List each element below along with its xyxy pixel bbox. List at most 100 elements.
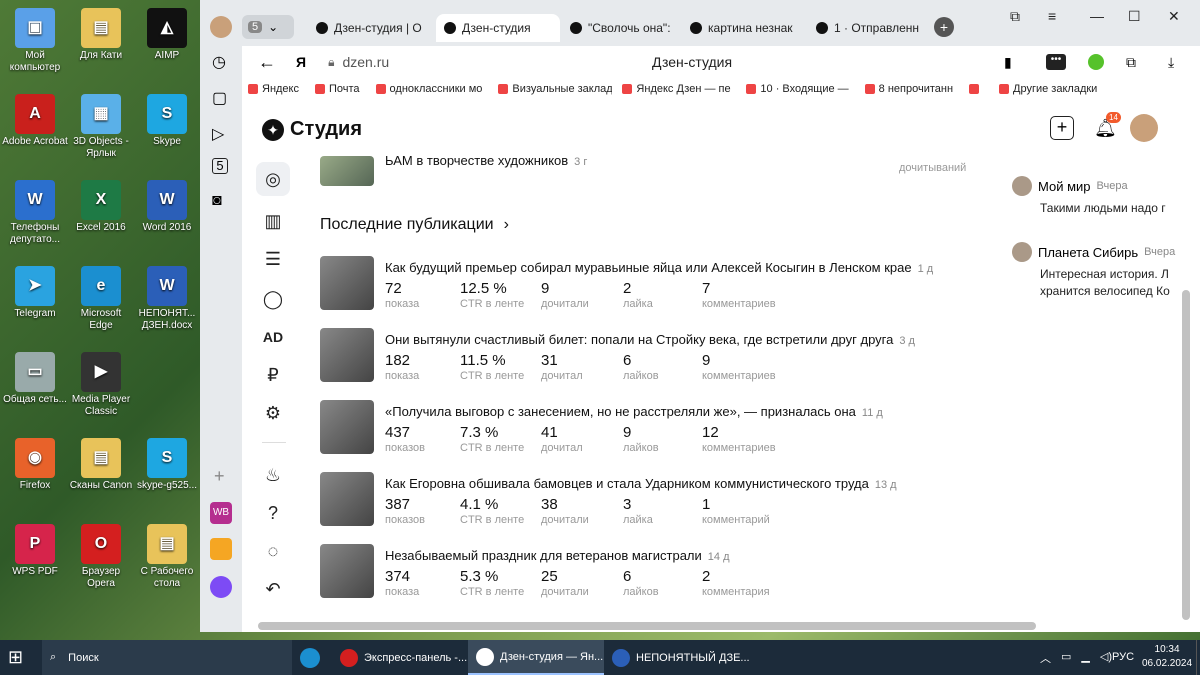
- desktop-icon[interactable]: ▭ Общая сеть...: [2, 352, 68, 406]
- comment-item[interactable]: Мой мир Вчера Такими людьми надо г: [1012, 176, 1182, 217]
- section-title[interactable]: Последние публикации ›: [320, 216, 509, 234]
- publication-row[interactable]: Как Егоровна обшивала бамовцев и стала У…: [320, 472, 940, 530]
- wildberries-icon[interactable]: WB: [210, 502, 232, 524]
- nav-comments-icon[interactable]: ◯: [256, 282, 290, 316]
- desktop-icon[interactable]: S Skype: [134, 94, 200, 148]
- nav-chat-icon[interactable]: ◌: [256, 534, 290, 568]
- taskbar-search[interactable]: ⌕ Поиск: [42, 640, 292, 675]
- nav-back-icon[interactable]: ↶: [256, 572, 290, 606]
- desktop-icon[interactable]: ◉ Firefox: [2, 438, 68, 492]
- tab[interactable]: картина незнак: [682, 14, 806, 42]
- desktop-icon[interactable]: ▣ Мой компьютер: [2, 8, 68, 74]
- new-tab-button[interactable]: +: [934, 17, 954, 37]
- tray-icons[interactable]: ︿ ▭ ▁ ◁): [1040, 650, 1112, 666]
- nav-help-icon[interactable]: ?: [256, 496, 290, 530]
- taskbar-app[interactable]: НЕПОНЯТНЫЙ ДЗЕ...: [604, 640, 750, 675]
- profile-avatar[interactable]: [210, 16, 232, 38]
- desktop-icon[interactable]: ◭ AIMP: [134, 8, 200, 62]
- tab[interactable]: "Сволочь она":: [562, 14, 686, 42]
- desktop-icon[interactable]: ▤ С Рабочего стола: [134, 524, 200, 590]
- add-icon[interactable]: +: [214, 466, 225, 487]
- minimize-button[interactable]: —: [1090, 8, 1104, 24]
- desktop-icon[interactable]: ▤ Для Кати: [68, 8, 134, 62]
- bookmark-item[interactable]: Яндекс Дзен — пе: [616, 83, 736, 95]
- screenshot-icon[interactable]: ◙: [212, 192, 222, 210]
- yandex-icon[interactable]: Я: [296, 54, 306, 70]
- nav-settings-icon[interactable]: ⚙: [256, 396, 290, 430]
- desktop-icon[interactable]: W Телефоны депутато...: [2, 180, 68, 246]
- show-desktop[interactable]: [1196, 640, 1200, 675]
- bookmark-item[interactable]: Почта: [309, 83, 366, 95]
- maximize-button[interactable]: ☐: [1128, 8, 1141, 25]
- edge-taskbar-icon[interactable]: [292, 640, 332, 675]
- back-icon[interactable]: ←: [258, 52, 276, 73]
- publication-row[interactable]: Они вытянули счастливый билет: попали на…: [320, 328, 940, 386]
- bookmark-item[interactable]: Визуальные закладк: [492, 83, 612, 95]
- desktop-icon[interactable]: P WPS PDF: [2, 524, 68, 578]
- bookmark-item[interactable]: одноклассники мо: [370, 83, 489, 95]
- desktop-icon[interactable]: W НЕПОНЯТ... ДЗЕН.docx: [134, 266, 200, 332]
- publication-title[interactable]: Как будущий премьер собирал муравьиные я…: [385, 260, 933, 275]
- desktop-icon[interactable]: ▶ Media Player Classic: [68, 352, 134, 418]
- close-button[interactable]: ✕: [1168, 8, 1180, 25]
- desktop-icon[interactable]: ➤ Telegram: [2, 266, 68, 320]
- publication-title[interactable]: «Получила выговор с занесением, но не ра…: [385, 404, 883, 419]
- desktop-icon[interactable]: X Excel 2016: [68, 180, 134, 234]
- extension-green-icon[interactable]: [1088, 54, 1104, 70]
- history-icon[interactable]: ◷: [212, 52, 226, 72]
- publication-row[interactable]: «Получила выговор с занесением, но не ра…: [320, 400, 940, 458]
- browser-sidebar: ◷ ▢ ▷ 5 ◙ + WB: [200, 46, 242, 632]
- nav-fire-icon[interactable]: ♨: [256, 458, 290, 492]
- desktop-icon[interactable]: ▤ Сканы Canon: [68, 438, 134, 492]
- language-indicator[interactable]: РУС: [1112, 651, 1134, 663]
- puzzle-icon[interactable]: ⧉: [1126, 54, 1136, 71]
- download-icon[interactable]: ⤓: [1168, 54, 1174, 71]
- menu-icon[interactable]: ≡: [1048, 8, 1056, 24]
- url-text[interactable]: dzen.ru: [342, 54, 389, 70]
- desktop-icon[interactable]: Sskype-g525...: [134, 438, 200, 492]
- taskbar-app[interactable]: Дзен-студия — Ян...: [468, 640, 604, 675]
- h-scrollbar[interactable]: [258, 622, 1036, 630]
- bookmark-item[interactable]: Другие закладки: [993, 83, 1103, 95]
- taskbar-app[interactable]: Экспресс-панель -...: [332, 640, 468, 675]
- tab-group-button[interactable]: 5 ⌄: [242, 15, 294, 39]
- nav-money-icon[interactable]: ₽: [256, 358, 290, 392]
- create-button[interactable]: +: [1050, 116, 1074, 140]
- desktop-icon[interactable]: O Браузер Opera: [68, 524, 134, 590]
- nav-ad-icon[interactable]: AD: [256, 320, 290, 354]
- tab[interactable]: 1 · Отправленн: [808, 14, 932, 42]
- extensions-icon[interactable]: •••: [1046, 54, 1066, 70]
- prev-title[interactable]: ЬАМ в творчестве художников 3 г: [385, 153, 587, 168]
- clock[interactable]: 10:34 06.02.2024: [1142, 643, 1192, 671]
- bookmark-item[interactable]: 10 · Входящие —: [740, 83, 854, 95]
- desktop-icon[interactable]: W Word 2016: [134, 180, 200, 234]
- desktop-icon[interactable]: e Microsoft Edge: [68, 266, 134, 332]
- publication-row[interactable]: Как будущий премьер собирал муравьиные я…: [320, 256, 940, 314]
- start-icon[interactable]: ⊞: [0, 640, 42, 675]
- play-icon[interactable]: ▷: [212, 124, 224, 144]
- nav-overview-icon[interactable]: ◎: [256, 162, 290, 196]
- studio-logo[interactable]: ✦ Студия: [262, 118, 362, 141]
- comment-item[interactable]: Планета Сибирь Вчера Интересная история. Л…: [1012, 242, 1182, 300]
- tab[interactable]: Дзен-студия: [436, 14, 560, 42]
- bookmark-item[interactable]: 8 непрочитанн: [859, 83, 959, 95]
- publication-title[interactable]: Как Егоровна обшивала бамовцев и стала У…: [385, 476, 897, 491]
- collections-icon[interactable]: ▢: [212, 88, 227, 108]
- bookmark-collection-icon[interactable]: ⧉: [1010, 8, 1020, 25]
- alice-icon[interactable]: [210, 576, 232, 598]
- desktop-icon[interactable]: A Adobe Acrobat: [2, 94, 68, 148]
- publication-title[interactable]: Незабываемый праздник для ветеранов маги…: [385, 548, 730, 563]
- nav-stats-icon[interactable]: ▥: [256, 204, 290, 238]
- bookmark-icon[interactable]: ▮: [1004, 54, 1012, 71]
- tab[interactable]: Дзен-студия | О: [308, 14, 432, 42]
- nav-publications-icon[interactable]: ☰: [256, 242, 290, 276]
- bookmark-item[interactable]: Яндекс: [242, 83, 305, 95]
- bookmark-item[interactable]: [963, 84, 989, 94]
- user-avatar[interactable]: [1130, 114, 1158, 142]
- publication-title[interactable]: Они вытянули счастливый билет: попали на…: [385, 332, 915, 347]
- desktop-icon[interactable]: ▦ 3D Objects - Ярлык: [68, 94, 134, 160]
- tab-count-icon[interactable]: 5: [212, 158, 228, 174]
- mail-icon[interactable]: [210, 538, 232, 560]
- publication-row[interactable]: Незабываемый праздник для ветеранов маги…: [320, 544, 940, 602]
- scrollbar[interactable]: [1182, 290, 1190, 620]
